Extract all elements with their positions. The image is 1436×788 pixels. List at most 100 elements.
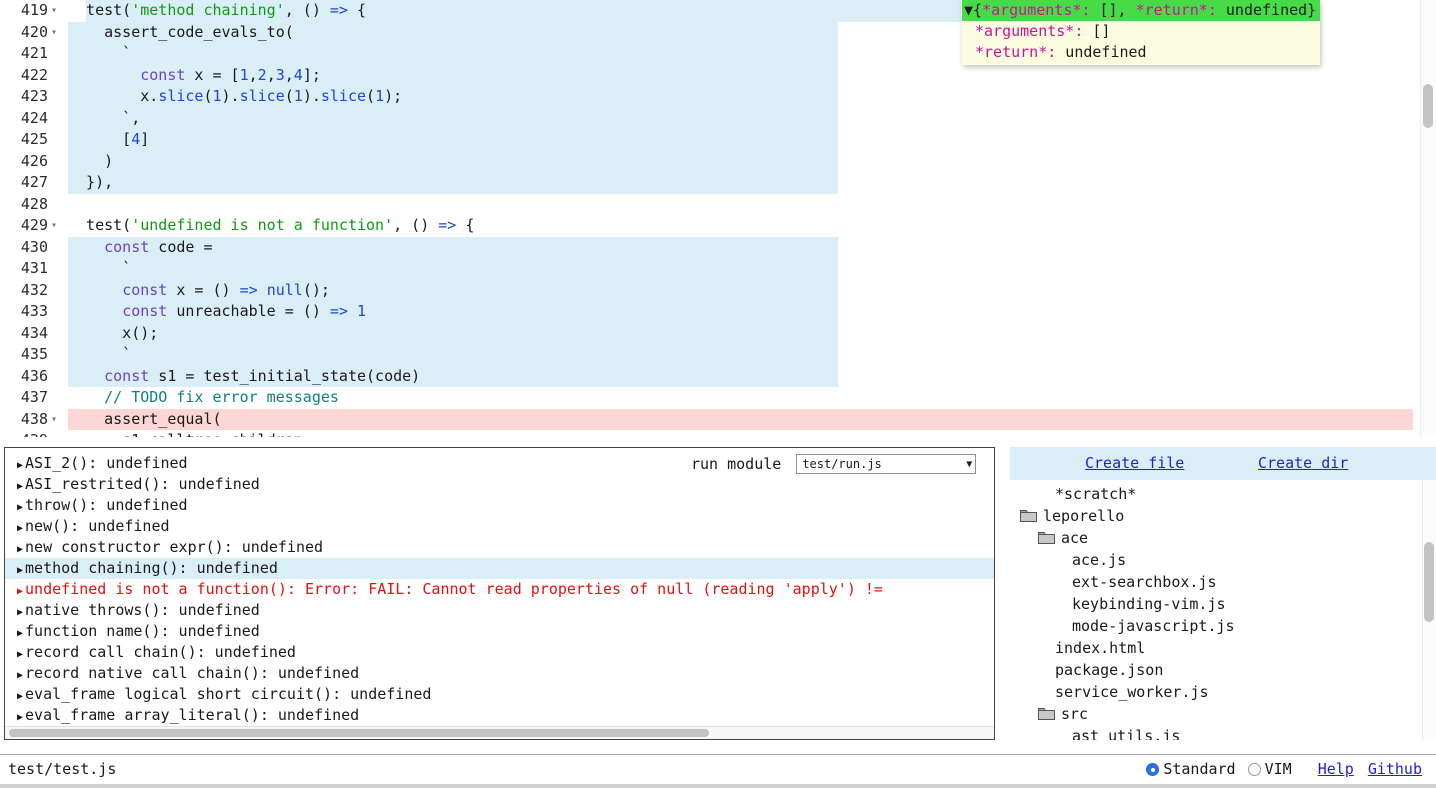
expand-triangle-icon[interactable]: ▶ xyxy=(17,544,23,555)
code-line[interactable]: 427 }), xyxy=(0,172,1436,194)
line-number[interactable]: 420 xyxy=(0,22,48,44)
vim-mode-label[interactable]: VIM xyxy=(1265,755,1292,784)
file-row[interactable]: ace.js xyxy=(1010,549,1436,571)
console-entry[interactable]: ▶ASI_restrited(): undefined xyxy=(5,474,994,495)
line-number[interactable]: 419 xyxy=(0,0,48,22)
create-file-link[interactable]: Create file xyxy=(1085,454,1184,472)
standard-mode-radio[interactable] xyxy=(1146,763,1159,776)
expand-triangle-icon[interactable]: ▶ xyxy=(17,628,23,639)
code-line[interactable]: 435 ` xyxy=(0,344,1436,366)
line-number[interactable]: 435 xyxy=(0,344,48,366)
line-number[interactable]: 433 xyxy=(0,301,48,323)
line-number[interactable]: 426 xyxy=(0,151,48,173)
code-line[interactable]: 433 const unreachable = () => 1 xyxy=(0,301,1436,323)
console-entry[interactable]: ▶record call chain(): undefined xyxy=(5,642,994,663)
editor-scrollbar-track[interactable] xyxy=(1420,0,1436,437)
line-number[interactable]: 434 xyxy=(0,323,48,345)
code-line[interactable]: 428 xyxy=(0,194,1436,216)
line-number[interactable]: 437 xyxy=(0,387,48,409)
code-line[interactable]: 432 const x = () => null(); xyxy=(0,280,1436,302)
line-number[interactable]: 431 xyxy=(0,258,48,280)
line-number[interactable]: 421 xyxy=(0,43,48,65)
line-number[interactable]: 432 xyxy=(0,280,48,302)
line-number[interactable]: 436 xyxy=(0,366,48,388)
line-number[interactable]: 430 xyxy=(0,237,48,259)
code-line[interactable]: 439 s1.calltree.children, xyxy=(0,430,1436,437)
help-link[interactable]: Help xyxy=(1318,755,1354,784)
tooltip-header[interactable]: ▼{*arguments*: [], *return*: undefined} xyxy=(962,0,1320,21)
expand-triangle-icon[interactable]: ▶ xyxy=(17,523,23,534)
code-line[interactable]: 429▾ test('undefined is not a function',… xyxy=(0,215,1436,237)
file-row[interactable]: ast_utils.js xyxy=(1010,725,1436,740)
folder-row[interactable]: leporello xyxy=(1010,505,1436,527)
run-module-select[interactable]: test/run.js ▼ xyxy=(796,454,976,474)
tooltip-row-return: *return*: undefined xyxy=(975,42,1312,63)
code-line[interactable]: 426 ) xyxy=(0,151,1436,173)
code-editor[interactable]: 419▾ test('method chaining', () => {420▾… xyxy=(0,0,1436,437)
console-hscrollbar-track[interactable] xyxy=(5,726,994,739)
fold-marker-icon[interactable]: ▾ xyxy=(51,215,57,237)
file-row[interactable]: keybinding-vim.js xyxy=(1010,593,1436,615)
expand-triangle-icon[interactable]: ▶ xyxy=(17,481,23,492)
line-number[interactable]: 424 xyxy=(0,108,48,130)
expand-triangle-icon[interactable]: ▶ xyxy=(17,670,23,681)
expand-triangle-icon[interactable]: ▶ xyxy=(17,460,23,471)
file-row[interactable]: index.html xyxy=(1010,637,1436,659)
expand-triangle-icon[interactable]: ▶ xyxy=(17,502,23,513)
code-text: ) xyxy=(68,151,113,173)
console-entry[interactable]: ▶undefined is not a function(): Error: F… xyxy=(5,579,994,600)
console-entry[interactable]: ▶record native call chain(): undefined xyxy=(5,663,994,684)
fold-marker-icon[interactable]: ▾ xyxy=(51,0,57,22)
code-line[interactable]: 422 const x = [1,2,3,4]; xyxy=(0,65,1436,87)
code-line[interactable]: 437 // TODO fix error messages xyxy=(0,387,1436,409)
console-hscrollbar-thumb[interactable] xyxy=(9,729,709,737)
console-entry[interactable]: ▶new(): undefined xyxy=(5,516,994,537)
code-line[interactable]: 431 ` xyxy=(0,258,1436,280)
tooltip-expand-icon[interactable]: ▼{ xyxy=(964,1,982,19)
file-row[interactable]: package.json xyxy=(1010,659,1436,681)
folder-row[interactable]: ace xyxy=(1010,527,1436,549)
console-entry[interactable]: ▶new constructor expr(): undefined xyxy=(5,537,994,558)
line-number[interactable]: 427 xyxy=(0,172,48,194)
console-entry[interactable]: ▶function name(): undefined xyxy=(5,621,994,642)
editor-scrollbar-thumb[interactable] xyxy=(1423,84,1433,128)
file-row[interactable]: ext-searchbox.js xyxy=(1010,571,1436,593)
line-number[interactable]: 438 xyxy=(0,409,48,431)
code-line[interactable]: 434 x(); xyxy=(0,323,1436,345)
code-line[interactable]: 425 [4] xyxy=(0,129,1436,151)
expand-triangle-icon[interactable]: ▶ xyxy=(17,712,23,723)
file-row[interactable]: service_worker.js xyxy=(1010,681,1436,703)
standard-mode-label[interactable]: Standard xyxy=(1163,755,1235,784)
code-line[interactable]: 423 x.slice(1).slice(1).slice(1); xyxy=(0,86,1436,108)
file-row[interactable]: *scratch* xyxy=(1010,483,1436,505)
file-row[interactable]: mode-javascript.js xyxy=(1010,615,1436,637)
console-entry[interactable]: ▶method chaining(): undefined xyxy=(5,558,994,579)
line-number[interactable]: 428 xyxy=(0,194,48,216)
console-entry[interactable]: ▶eval_frame logical short circuit(): und… xyxy=(5,684,994,705)
fold-marker-icon[interactable]: ▾ xyxy=(51,409,57,431)
console-entry[interactable]: ▶native throws(): undefined xyxy=(5,600,994,621)
expand-triangle-icon[interactable]: ▶ xyxy=(17,649,23,660)
code-line[interactable]: 436 const s1 = test_initial_state(code) xyxy=(0,366,1436,388)
expand-triangle-icon[interactable]: ▶ xyxy=(17,565,23,576)
github-link[interactable]: Github xyxy=(1368,755,1422,784)
line-number[interactable]: 422 xyxy=(0,65,48,87)
line-number[interactable]: 423 xyxy=(0,86,48,108)
code-text: s1.calltree.children, xyxy=(68,430,312,437)
create-dir-link[interactable]: Create dir xyxy=(1258,454,1348,472)
expand-triangle-icon[interactable]: ▶ xyxy=(17,691,23,702)
expand-triangle-icon[interactable]: ▶ xyxy=(17,586,23,597)
vim-mode-radio[interactable] xyxy=(1248,763,1261,776)
line-number[interactable]: 439 xyxy=(0,430,48,437)
files-scrollbar-thumb[interactable] xyxy=(1424,542,1434,622)
code-line[interactable]: 438▾ assert_equal( xyxy=(0,409,1436,431)
folder-row[interactable]: src xyxy=(1010,703,1436,725)
console-entry[interactable]: ▶eval_frame array_literal(): undefined xyxy=(5,705,994,726)
code-line[interactable]: 430 const code = xyxy=(0,237,1436,259)
code-line[interactable]: 424 `, xyxy=(0,108,1436,130)
line-number[interactable]: 429 xyxy=(0,215,48,237)
fold-marker-icon[interactable]: ▾ xyxy=(51,22,57,44)
line-number[interactable]: 425 xyxy=(0,129,48,151)
console-entry[interactable]: ▶throw(): undefined xyxy=(5,495,994,516)
expand-triangle-icon[interactable]: ▶ xyxy=(17,607,23,618)
